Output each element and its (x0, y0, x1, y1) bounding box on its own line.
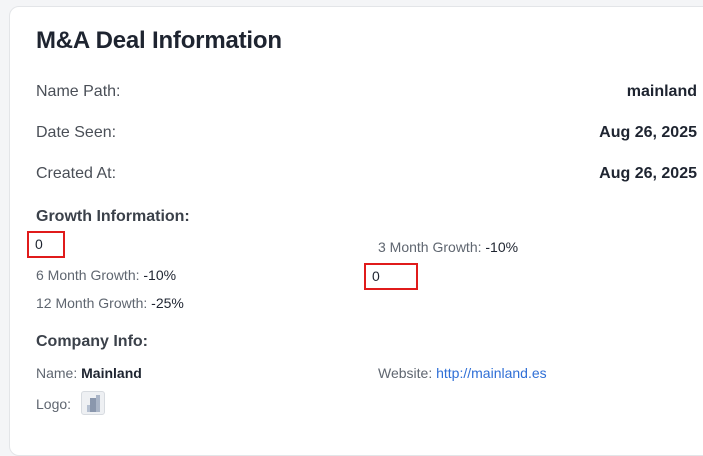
name-path-label: Name Path: (36, 83, 121, 100)
twelve-month-growth-label: 12 Month Growth: (36, 295, 148, 311)
card-title: M&A Deal Information (36, 27, 282, 54)
three-month-growth-label: 3 Month Growth: (378, 239, 482, 255)
created-at-value: Aug 26, 2025 (599, 165, 697, 182)
company-name: Name: Mainland (36, 365, 142, 381)
created-at-label: Created At: (36, 165, 117, 182)
twelve-month-growth: 12 Month Growth: -25% (36, 295, 184, 311)
growth-highlight-value: 0 (364, 263, 418, 290)
logo-label: Logo: (36, 396, 72, 412)
website-link[interactable]: http://mainland.es (436, 365, 547, 381)
company-website: Website: http://mainland.es (378, 365, 547, 381)
growth-heading: Growth Information: (36, 208, 190, 225)
website-label: Website: (378, 365, 433, 381)
company-name-label: Name: (36, 365, 78, 381)
six-month-growth-label: 6 Month Growth: (36, 267, 140, 283)
date-seen-label: Date Seen: (36, 124, 117, 141)
date-seen-value: Aug 26, 2025 (599, 124, 697, 141)
name-path-value: mainland (626, 83, 697, 100)
twelve-month-growth-value: -25% (151, 295, 184, 311)
company-logo-icon (81, 391, 105, 415)
six-month-growth: 6 Month Growth: -10% (36, 267, 176, 283)
three-month-growth: 3 Month Growth: -10% (378, 239, 518, 255)
six-month-growth-value: -10% (143, 267, 177, 283)
company-heading: Company Info: (36, 333, 148, 350)
three-month-growth-value: -10% (485, 239, 519, 255)
growth-highlight-value: 0 (27, 231, 65, 258)
company-name-value: Mainland (81, 365, 142, 381)
deal-info-card: M&A Deal Information Name Path: mainland… (9, 6, 703, 456)
